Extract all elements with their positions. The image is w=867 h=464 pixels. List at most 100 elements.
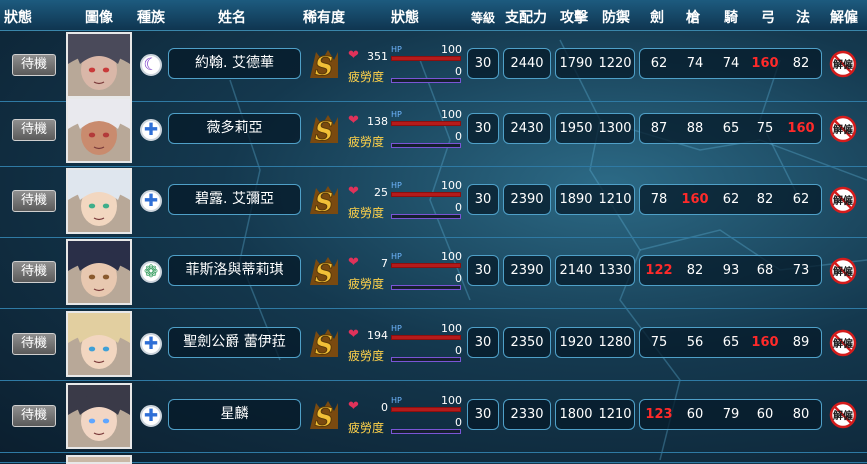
control-box: 2330 bbox=[503, 399, 551, 430]
fatigue-bar bbox=[391, 357, 461, 362]
character-portrait[interactable] bbox=[66, 383, 132, 449]
wait-button[interactable]: 待機 bbox=[12, 405, 56, 427]
hp-value: 100 bbox=[441, 322, 462, 335]
unit-name[interactable]: 薇多莉亞 bbox=[168, 113, 301, 144]
portrait-image bbox=[68, 385, 130, 447]
control-value: 2430 bbox=[510, 121, 544, 136]
bow-value: 68 bbox=[756, 263, 774, 278]
hp-value: 100 bbox=[441, 43, 462, 56]
bow-value: 160 bbox=[751, 335, 779, 350]
ride-value: 74 bbox=[722, 56, 740, 71]
fatigue-value: 0 bbox=[455, 344, 462, 357]
atk-def-box: 1920 1280 bbox=[555, 327, 635, 358]
sword-value: 87 bbox=[650, 121, 668, 136]
svg-text:S: S bbox=[315, 403, 334, 433]
fatigue-label: 疲勞度 bbox=[348, 70, 385, 84]
unit-row: 待機 ❁ 菲斯洛與蒂莉琪 S ❤ 7 HP 100 疲勞度 0 30 2390 … bbox=[0, 237, 867, 309]
dark-moon-icon: ☾ bbox=[140, 54, 162, 76]
defense-value: 1330 bbox=[598, 263, 632, 278]
ride-value: 93 bbox=[722, 263, 740, 278]
hp-label: HP bbox=[391, 45, 402, 54]
character-portrait[interactable] bbox=[66, 168, 132, 234]
character-portrait[interactable] bbox=[66, 97, 132, 163]
header-control: 支配力 bbox=[505, 10, 547, 26]
magic-value: 80 bbox=[792, 407, 810, 422]
spear-value: 56 bbox=[686, 335, 704, 350]
header-portrait: 圖像 bbox=[85, 10, 113, 26]
rarity-s-icon: S bbox=[310, 186, 338, 218]
hp-value: 100 bbox=[441, 108, 462, 121]
control-box: 2350 bbox=[503, 327, 551, 358]
ride-value: 62 bbox=[722, 192, 740, 207]
unit-name[interactable]: 約翰. 艾德華 bbox=[168, 48, 301, 79]
header-defense: 防禦 bbox=[602, 10, 630, 26]
atk-def-box: 1890 1210 bbox=[555, 184, 635, 215]
level-value: 30 bbox=[474, 121, 492, 136]
ride-value: 79 bbox=[722, 407, 740, 422]
magic-value: 82 bbox=[792, 56, 810, 71]
header-sword: 劍 bbox=[650, 10, 664, 26]
level-box: 30 bbox=[467, 255, 499, 286]
release-button[interactable]: 解僱 bbox=[829, 50, 857, 78]
hp-bar bbox=[391, 56, 461, 61]
unit-name[interactable]: 星麟 bbox=[168, 399, 301, 430]
header-ride: 騎 bbox=[724, 10, 738, 26]
release-label: 解僱 bbox=[833, 337, 853, 350]
control-value: 2350 bbox=[510, 335, 544, 350]
character-portrait[interactable] bbox=[66, 32, 132, 98]
header-name: 姓名 bbox=[218, 10, 246, 26]
bow-value: 82 bbox=[756, 192, 774, 207]
rarity-s-icon: S bbox=[310, 257, 338, 289]
spear-value: 74 bbox=[686, 56, 704, 71]
header-rarity: 稀有度 bbox=[303, 10, 345, 26]
unit-name[interactable]: 碧露. 艾彌亞 bbox=[168, 184, 301, 215]
holy-cross-icon: ✚ bbox=[140, 190, 162, 212]
control-box: 2390 bbox=[503, 255, 551, 286]
release-button[interactable]: 解僱 bbox=[829, 401, 857, 429]
wait-button[interactable]: 待機 bbox=[12, 190, 56, 212]
character-portrait[interactable] bbox=[66, 311, 132, 377]
level-box: 30 bbox=[467, 184, 499, 215]
unit-name[interactable]: 菲斯洛與蒂莉琪 bbox=[168, 255, 301, 286]
attack-value: 1800 bbox=[559, 407, 593, 422]
wait-button[interactable]: 待機 bbox=[12, 333, 56, 355]
level-value: 30 bbox=[474, 407, 492, 422]
bow-value: 75 bbox=[756, 121, 774, 136]
fatigue-value: 0 bbox=[455, 65, 462, 78]
spear-value: 88 bbox=[686, 121, 704, 136]
release-button[interactable]: 解僱 bbox=[829, 257, 857, 285]
affection-value: 351 bbox=[367, 50, 388, 63]
release-button[interactable]: 解僱 bbox=[829, 186, 857, 214]
affection-value: 138 bbox=[367, 115, 388, 128]
level-value: 30 bbox=[474, 56, 492, 71]
unit-row: 待機 ✚ 星麟 S ❤ 0 HP 100 疲勞度 0 30 2330 1800 … bbox=[0, 381, 867, 453]
header-magic: 法 bbox=[796, 10, 810, 26]
spear-value: 60 bbox=[686, 407, 704, 422]
wait-button[interactable]: 待機 bbox=[12, 54, 56, 76]
bow-value: 60 bbox=[756, 407, 774, 422]
control-box: 2440 bbox=[503, 48, 551, 79]
character-portrait[interactable] bbox=[66, 239, 132, 305]
holy-cross-icon: ✚ bbox=[140, 405, 162, 427]
header-spear: 槍 bbox=[686, 10, 700, 26]
level-value: 30 bbox=[474, 192, 492, 207]
header-bow: 弓 bbox=[761, 10, 775, 26]
control-box: 2390 bbox=[503, 184, 551, 215]
affection-value: 25 bbox=[374, 186, 388, 199]
control-value: 2330 bbox=[510, 407, 544, 422]
svg-text:S: S bbox=[315, 259, 334, 289]
bow-value: 160 bbox=[751, 56, 779, 71]
fatigue-bar bbox=[391, 285, 461, 290]
rarity-s-icon: S bbox=[310, 401, 338, 433]
unit-name[interactable]: 聖劍公爵 蕾伊菈 bbox=[168, 327, 301, 358]
wait-button[interactable]: 待機 bbox=[12, 261, 56, 283]
hp-label: HP bbox=[391, 252, 402, 261]
wait-button[interactable]: 待機 bbox=[12, 119, 56, 141]
fatigue-label: 疲勞度 bbox=[348, 421, 385, 435]
header-attack: 攻擊 bbox=[560, 10, 588, 26]
release-button[interactable]: 解僱 bbox=[829, 329, 857, 357]
control-value: 2390 bbox=[510, 192, 544, 207]
release-button[interactable]: 解僱 bbox=[829, 115, 857, 143]
character-portrait[interactable] bbox=[66, 455, 132, 464]
ride-value: 65 bbox=[722, 335, 740, 350]
